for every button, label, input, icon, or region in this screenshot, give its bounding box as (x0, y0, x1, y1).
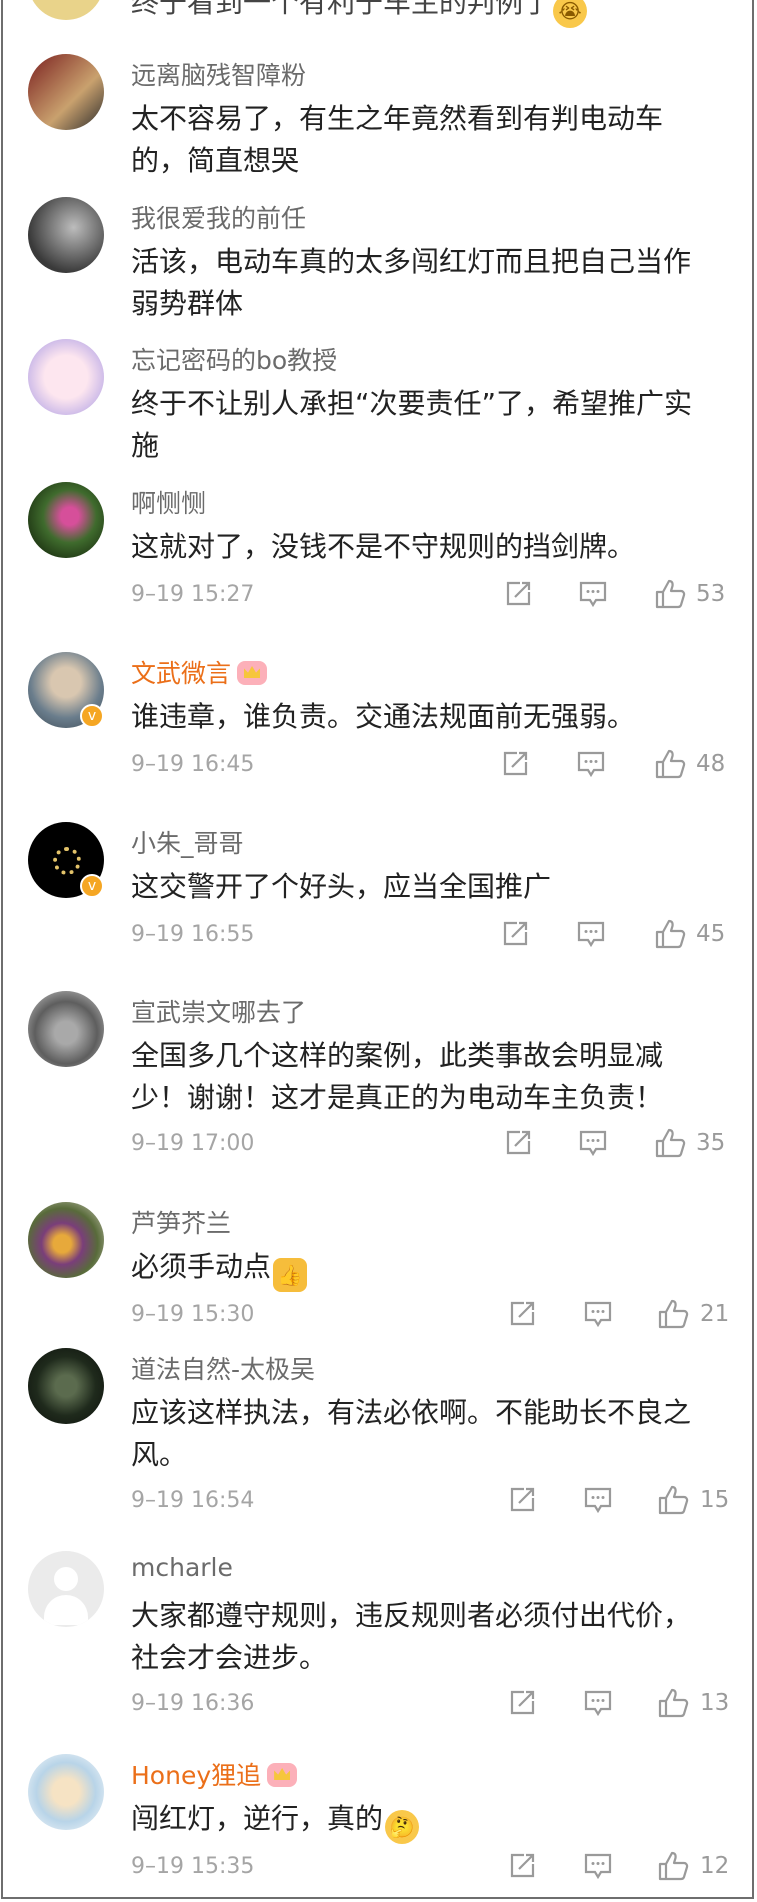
like-icon[interactable] (654, 1127, 686, 1159)
timestamp: 9–19 15:30 (131, 1302, 255, 1327)
comment-item: 我很爱我的前任 活该，电动车真的太多闯红灯而且把自己当作弱势群体 (0, 195, 757, 325)
username[interactable]: 小朱_哥哥 (131, 824, 244, 860)
crying-emoji: 😭 (553, 0, 588, 28)
comment-item: 远离脑残智障粉 太不容易了，有生之年竟然看到有判电动车的，简直想哭 (0, 52, 757, 182)
default-avatar-body (44, 1595, 88, 1625)
avatar[interactable] (28, 339, 104, 415)
username[interactable]: mcharle (131, 1553, 233, 1582)
repost-icon[interactable] (507, 1851, 537, 1881)
avatar[interactable] (28, 1551, 104, 1627)
username[interactable]: 忘记密码的bo教授 (131, 341, 337, 377)
comment-text: 大家都遵守规则，违反规则者必须付出代价，社会才会进步。 (131, 1599, 692, 1674)
username[interactable]: 远离脑残智障粉 (131, 56, 306, 92)
comment-partial: 终于看到一个有利于车主的判例了 😭 (0, 0, 757, 30)
vip-crown-icon (267, 1763, 298, 1787)
username[interactable]: 芦笋芥兰 (131, 1204, 231, 1240)
like-count: 35 (696, 1130, 726, 1156)
like-icon[interactable] (657, 1298, 689, 1330)
thumbs-up-emoji: 👍 (273, 1258, 308, 1292)
like-icon[interactable] (657, 1484, 689, 1516)
comment-item: 道法自然-太极吴 应该这样执法，有法必依啊。不能助长不良之风。 9–19 16:… (0, 1346, 757, 1526)
comment-text: 终于不让别人承担“次要责任”了，希望推广实施 (131, 387, 693, 462)
thinking-emoji: 🤔 (385, 1810, 420, 1844)
comment-icon[interactable] (583, 1851, 613, 1881)
comment-text: 活该，电动车真的太多闯红灯而且把自己当作弱势群体 (131, 245, 692, 320)
comment-icon[interactable] (583, 1485, 613, 1515)
repost-icon[interactable] (507, 1688, 537, 1718)
avatar[interactable] (28, 1754, 104, 1830)
repost-icon[interactable] (507, 1485, 537, 1515)
comment-text: 谁违章，谁负责。交通法规面前无强弱。 (131, 700, 636, 733)
repost-icon[interactable] (507, 1299, 537, 1329)
avatar[interactable] (28, 1348, 104, 1424)
comment-text: 应该这样执法，有法必依啊。不能助长不良之风。 (131, 1396, 692, 1471)
comment-icon[interactable] (583, 1688, 613, 1718)
comment-item: v 文武微言 谁违章，谁负责。交通法规面前无强弱。 9–19 16:45 48 (0, 650, 757, 800)
comment-icon[interactable] (578, 1128, 608, 1158)
timestamp: 9–19 15:35 (131, 1854, 255, 1879)
timestamp: 9–19 17:00 (131, 1131, 255, 1156)
comment-item: mcharle 大家都遵守规则，违反规则者必须付出代价，社会才会进步。 9–19… (0, 1549, 757, 1729)
like-icon[interactable] (654, 748, 686, 780)
repost-icon[interactable] (503, 579, 533, 609)
repost-icon[interactable] (500, 919, 530, 949)
avatar[interactable] (28, 991, 104, 1067)
timestamp: 9–19 16:45 (131, 752, 255, 777)
comment-text: 这就对了，没钱不是不守规则的挡剑牌。 (131, 530, 636, 563)
comment-icon[interactable] (576, 749, 606, 779)
comment-text: 闯红灯，逆行，真的 🤔 (131, 1798, 711, 1844)
comment-item: Honey狸追 闯红灯，逆行，真的 🤔 9–19 15:35 12 (0, 1752, 757, 1902)
comment-item: 宣武崇文哪去了 全国多几个这样的案例，此类事故会明显减少！谢谢！这才是真正的为电… (0, 989, 757, 1179)
username[interactable]: 宣武崇文哪去了 (131, 993, 306, 1029)
like-count: 45 (696, 921, 726, 947)
avatar[interactable] (28, 0, 104, 20)
comment-item: 忘记密码的bo教授 终于不让别人承担“次要责任”了，希望推广实施 (0, 337, 757, 467)
comment-text: 这交警开了个好头，应当全国推广 (131, 870, 552, 903)
timestamp: 9–19 16:54 (131, 1488, 255, 1513)
repost-icon[interactable] (503, 1128, 533, 1158)
default-avatar-head (54, 1567, 78, 1591)
ring-logo (53, 847, 81, 875)
comment-item: v 小朱_哥哥 这交警开了个好头，应当全国推广 9–19 16:55 45 (0, 820, 757, 970)
comment-item: 啊恻恻 这就对了，没钱不是不守规则的挡剑牌。 9–19 15:27 53 (0, 480, 757, 630)
like-icon[interactable] (657, 1850, 689, 1882)
username[interactable]: 啊恻恻 (131, 484, 206, 520)
comment-icon[interactable] (578, 579, 608, 609)
like-count: 13 (700, 1690, 730, 1716)
like-count: 21 (700, 1301, 730, 1327)
username[interactable]: 我很爱我的前任 (131, 199, 306, 235)
comment-item: 芦笋芥兰 必须手动点 👍 9–19 15:30 21 (0, 1200, 757, 1350)
like-count: 48 (696, 751, 726, 777)
verified-badge-icon: v (80, 874, 104, 898)
repost-icon[interactable] (500, 749, 530, 779)
username[interactable]: 道法自然-太极吴 (131, 1350, 315, 1386)
comment-text: 终于看到一个有利于车主的判例了 😭 (131, 0, 711, 28)
username[interactable]: 文武微言 (131, 654, 268, 690)
comment-icon[interactable] (583, 1299, 613, 1329)
like-icon[interactable] (657, 1687, 689, 1719)
like-count: 53 (696, 581, 726, 607)
avatar[interactable] (28, 482, 104, 558)
vip-crown-icon (237, 661, 268, 685)
comment-text: 必须手动点 👍 (131, 1246, 711, 1292)
avatar[interactable] (28, 54, 104, 130)
comment-text: 太不容易了，有生之年竟然看到有判电动车的，简直想哭 (131, 102, 664, 177)
like-icon[interactable] (654, 918, 686, 950)
like-count: 15 (700, 1487, 730, 1513)
like-count: 12 (700, 1853, 730, 1879)
like-icon[interactable] (654, 578, 686, 610)
avatar[interactable] (28, 1202, 104, 1278)
username[interactable]: Honey狸追 (131, 1756, 298, 1792)
comment-icon[interactable] (576, 919, 606, 949)
timestamp: 9–19 16:55 (131, 922, 255, 947)
timestamp: 9–19 15:27 (131, 582, 255, 607)
comment-text: 全国多几个这样的案例，此类事故会明显减少！谢谢！这才是真正的为电动车主负责！ (131, 1039, 664, 1114)
timestamp: 9–19 16:36 (131, 1691, 255, 1716)
avatar[interactable] (28, 197, 104, 273)
verified-badge-icon: v (80, 704, 104, 728)
